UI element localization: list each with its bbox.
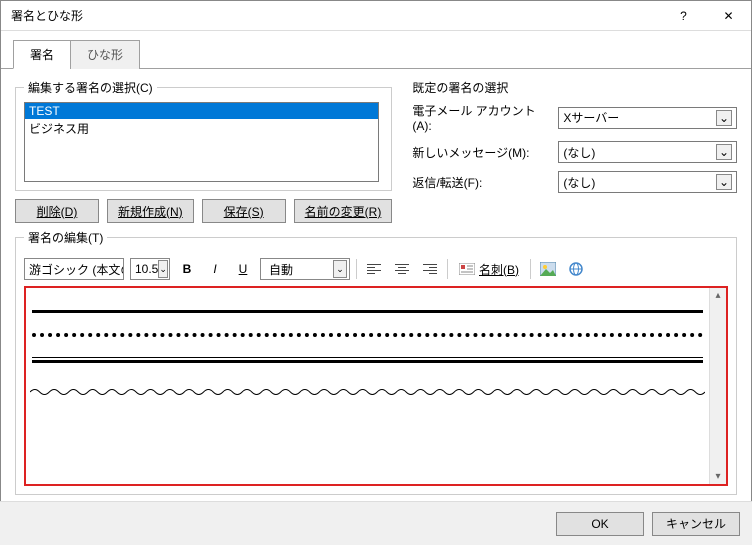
scrollbar[interactable]: ▴ ▾ (709, 288, 726, 484)
cancel-button[interactable]: キャンセル (652, 512, 740, 536)
italic-button[interactable]: I (204, 258, 226, 280)
signature-editor[interactable] (26, 288, 709, 484)
color-select[interactable]: 自動⌄ (260, 258, 350, 280)
ok-button[interactable]: OK (556, 512, 644, 536)
align-left-icon (367, 264, 381, 274)
format-toolbar: 游ゴシック (本文の⌄ 10.5⌄ B I U 自動⌄ 名刺(B) (24, 258, 728, 280)
separator (356, 259, 357, 279)
default-signature-group: 既定の署名の選択 電子メール アカウント(A): Xサーバー ⌄ 新しいメッセー… (412, 79, 737, 201)
window-title: 署名とひな形 (11, 7, 661, 24)
rename-button[interactable]: 名前の変更(R) (294, 199, 393, 223)
chevron-down-icon: ⌄ (333, 260, 347, 278)
signature-listbox[interactable]: TEST ビジネス用 (24, 102, 379, 182)
chevron-down-icon: ⌄ (716, 174, 732, 190)
align-right-button[interactable] (419, 258, 441, 280)
help-button[interactable]: ? (661, 1, 706, 31)
tab-signature[interactable]: 署名 (13, 40, 71, 69)
delete-button[interactable]: 削除(D) (15, 199, 99, 223)
separator (530, 259, 531, 279)
reply-select[interactable]: (なし) ⌄ (558, 171, 737, 193)
save-button[interactable]: 保存(S) (202, 199, 286, 223)
account-label: 電子メール アカウント(A): (412, 102, 552, 133)
align-left-button[interactable] (363, 258, 385, 280)
hr-solid (32, 310, 703, 313)
link-button[interactable] (565, 258, 587, 280)
scroll-down-icon[interactable]: ▾ (713, 469, 722, 484)
newmsg-select[interactable]: (なし) ⌄ (558, 141, 737, 163)
signature-editor-frame: ▴ ▾ (24, 286, 728, 486)
reply-label: 返信/転送(F): (412, 174, 552, 191)
tab-template[interactable]: ひな形 (70, 40, 140, 69)
separator (447, 259, 448, 279)
bold-button[interactable]: B (176, 258, 198, 280)
new-button[interactable]: 新規作成(N) (107, 199, 194, 223)
chevron-down-icon: ⌄ (158, 260, 168, 278)
edit-signature-group: 署名の編集(T) 游ゴシック (本文の⌄ 10.5⌄ B I U 自動⌄ 名刺(… (15, 229, 737, 495)
image-button[interactable] (537, 258, 559, 280)
account-select[interactable]: Xサーバー ⌄ (558, 107, 737, 129)
align-center-icon (395, 264, 409, 274)
hr-dotted (32, 333, 703, 337)
chevron-down-icon: ⌄ (716, 144, 732, 160)
align-center-button[interactable] (391, 258, 413, 280)
link-icon (568, 261, 584, 277)
title-bar: 署名とひな形 ? ✕ (1, 1, 751, 31)
close-button[interactable]: ✕ (706, 1, 751, 31)
default-signature-legend: 既定の署名の選択 (412, 79, 508, 96)
select-signature-legend: 編集する署名の選択(C) (24, 79, 157, 96)
image-icon (540, 262, 556, 276)
scroll-up-icon[interactable]: ▴ (713, 288, 722, 303)
underline-button[interactable]: U (232, 258, 254, 280)
tab-bar: 署名 ひな形 (1, 31, 751, 69)
list-item[interactable]: TEST (25, 103, 378, 119)
edit-signature-legend: 署名の編集(T) (24, 229, 107, 246)
hr-double (32, 357, 703, 363)
newmsg-label: 新しいメッセージ(M): (412, 144, 552, 161)
hr-wave (30, 387, 705, 397)
list-item[interactable]: ビジネス用 (25, 119, 378, 138)
align-right-icon (423, 264, 437, 274)
dialog-footer: OK キャンセル (0, 501, 752, 545)
size-select[interactable]: 10.5⌄ (130, 258, 170, 280)
font-select[interactable]: 游ゴシック (本文の⌄ (24, 258, 124, 280)
card-icon[interactable]: 名刺(B) (454, 258, 524, 280)
card-icon-svg (459, 263, 475, 275)
chevron-down-icon: ⌄ (716, 110, 732, 126)
select-signature-group: 編集する署名の選択(C) TEST ビジネス用 (15, 79, 392, 191)
